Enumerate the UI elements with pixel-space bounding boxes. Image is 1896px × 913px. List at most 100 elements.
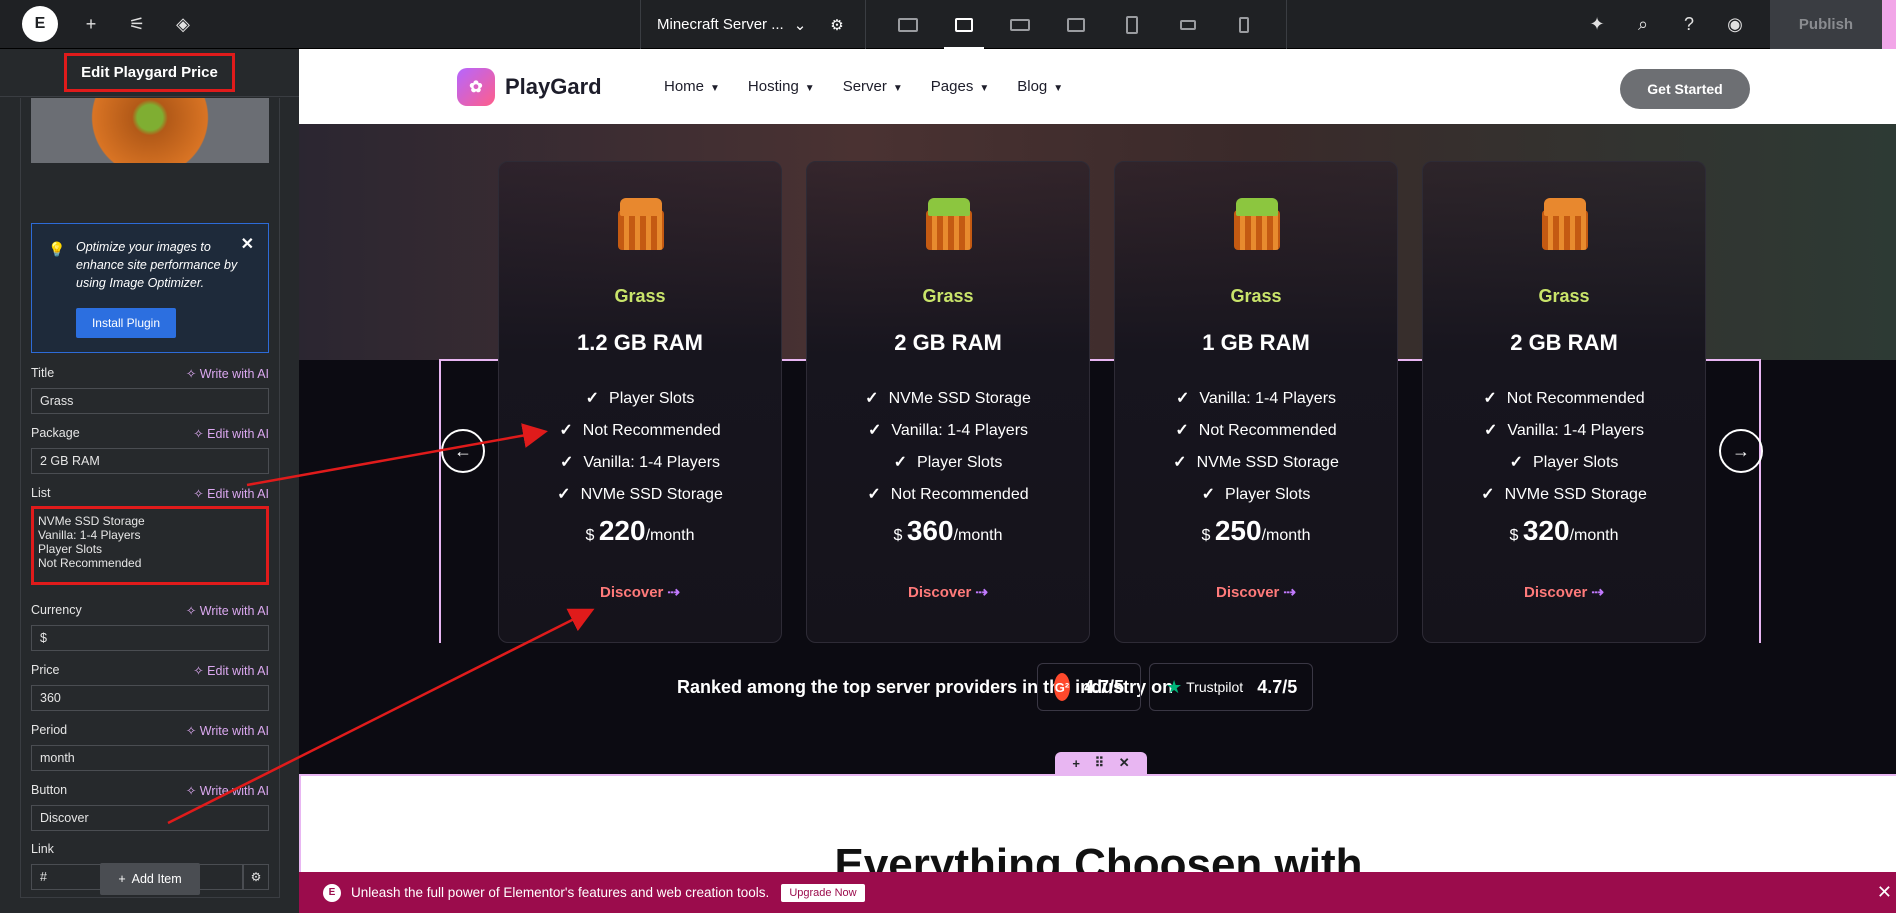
close-icon[interactable]: ✕	[241, 236, 254, 254]
check-icon: ✓	[559, 454, 574, 471]
price-amount: 320	[1522, 515, 1570, 546]
feature-item: ✓ NVMe SSD Storage	[557, 486, 723, 503]
add-section-icon[interactable]: +	[1072, 756, 1080, 771]
layers-icon[interactable]: ◈	[160, 0, 206, 49]
upgrade-now-button[interactable]: Upgrade Now	[781, 883, 865, 902]
lightbulb-icon: 💡	[48, 241, 66, 257]
elementor-logo[interactable]: E	[22, 6, 58, 42]
tablet-landscape-icon[interactable]	[936, 0, 992, 49]
currency-input[interactable]: $	[31, 625, 269, 651]
period-label: Period	[31, 723, 68, 737]
check-icon: ✓	[1481, 486, 1495, 503]
close-icon[interactable]: ✕	[1877, 882, 1892, 903]
search-icon[interactable]: ⌕	[1620, 0, 1666, 49]
drag-handle-icon[interactable]: ⠿	[1095, 755, 1105, 771]
install-plugin-button[interactable]: Install Plugin	[76, 308, 176, 338]
mobile-icon[interactable]	[1216, 0, 1272, 49]
feature-item: ✓ NVMe SSD Storage	[1173, 454, 1339, 471]
currency-ai-button[interactable]: ✧ Write with AI	[186, 603, 269, 618]
feature-item: ✓ NVMe SSD Storage	[1481, 486, 1647, 503]
list-ai-button[interactable]: ✧ Edit with AI	[193, 486, 269, 501]
menu-item-blog[interactable]: Blog ▼	[1017, 78, 1063, 95]
notice-text: Optimize your images to enhance site per…	[76, 240, 238, 290]
get-started-button[interactable]: Get Started	[1620, 69, 1750, 109]
currency-label: Currency	[31, 603, 82, 617]
feature-list: ✓ Vanilla: 1-4 Players ✓ Not Recommended ✓ NV…	[1115, 383, 1397, 511]
image-preview[interactable]	[31, 98, 269, 163]
discover-button[interactable]: Discover ⇢	[1115, 583, 1397, 601]
card-title: Grass	[922, 286, 974, 306]
promo-text: Unleash the full power of Elementor's fe…	[351, 885, 770, 900]
topbar-right: ✦ ⌕ ? ◉ Publish	[1574, 0, 1896, 49]
list-textarea[interactable]: NVMe SSD Storage Vanilla: 1-4 Players Pl…	[31, 506, 269, 585]
document-title: Minecraft Server ...	[657, 16, 784, 33]
site-logo[interactable]: ✿ PlayGard	[457, 67, 602, 106]
add-item-button[interactable]: + Add Item	[100, 863, 200, 895]
menu-item-hosting[interactable]: Hosting ▼	[748, 78, 815, 95]
package-ai-button[interactable]: ✧ Edit with AI	[193, 426, 269, 441]
price-label: Price	[31, 663, 60, 677]
trustpilot-star-icon: ★	[1166, 676, 1183, 697]
discover-button[interactable]: Discover ⇢	[1423, 583, 1705, 601]
block-icon	[924, 198, 974, 250]
discover-button[interactable]: Discover ⇢	[499, 583, 781, 601]
mobile-landscape-icon[interactable]	[1160, 0, 1216, 49]
whats-new-icon[interactable]: ✦	[1574, 0, 1620, 49]
period-ai-button[interactable]: ✧ Write with AI	[186, 723, 269, 738]
tablet-icon[interactable]	[1104, 0, 1160, 49]
feature-item: ✓ Player Slots	[1201, 486, 1311, 503]
topbar-center: Minecraft Server ... ⌄ ⚙	[640, 0, 1287, 49]
card-package: 1 GB RAM	[1202, 330, 1310, 355]
feature-list: ✓ Not Recommended ✓ Vanilla: 1-4 Players ✓ Pl…	[1423, 383, 1705, 511]
link-options-gear-icon[interactable]: ⚙	[243, 864, 269, 890]
title-ai-button[interactable]: ✧ Write with AI	[186, 366, 269, 381]
tablet-wide-icon[interactable]	[1048, 0, 1104, 49]
panel-title: Edit Playgard Price	[64, 53, 235, 92]
check-icon: ✓	[1175, 422, 1189, 439]
card-price: $ 220/month	[499, 515, 781, 547]
preview-canvas: ✿ PlayGard Home ▼ Hosting ▼ Server ▼ Pages ▼…	[299, 49, 1896, 913]
price-ai-button[interactable]: ✧ Edit with AI	[193, 663, 269, 678]
menu-item-server[interactable]: Server ▼	[843, 78, 903, 95]
title-input[interactable]: Grass	[31, 388, 269, 414]
pricing-card: Grass 1 GB RAM ✓ Vanilla: 1-4 Players ✓ Not…	[1114, 161, 1398, 643]
check-icon: ✓	[585, 390, 600, 407]
publish-options-toggle[interactable]	[1882, 0, 1896, 49]
button-text-input[interactable]: Discover	[31, 805, 269, 831]
document-selector[interactable]: Minecraft Server ... ⌄ ⚙	[640, 0, 866, 49]
editor-topbar: E + ⚟ ◈ Minecraft Server ... ⌄ ⚙ ✦ ⌕ ? ◉…	[0, 0, 1896, 49]
feature-item: ✓ Not Recommended	[867, 486, 1029, 503]
laptop-icon[interactable]	[992, 0, 1048, 49]
help-icon[interactable]: ?	[1666, 0, 1712, 49]
desktop-icon[interactable]	[880, 0, 936, 49]
package-label: Package	[31, 426, 80, 440]
price-amount: 250	[1214, 515, 1262, 546]
add-element-icon[interactable]: +	[68, 0, 114, 49]
package-input[interactable]: 2 GB RAM	[31, 448, 269, 474]
preview-eye-icon[interactable]: ◉	[1712, 0, 1758, 49]
button-ai-button[interactable]: ✧ Write with AI	[186, 783, 269, 798]
arrow-right-icon: ⇢	[1283, 584, 1296, 601]
gear-icon[interactable]: ⚙	[830, 16, 843, 34]
site-header: ✿ PlayGard Home ▼ Hosting ▼ Server ▼ Pages ▼…	[299, 49, 1896, 124]
card-package: 1.2 GB RAM	[577, 330, 703, 355]
menu-item-home[interactable]: Home ▼	[664, 78, 720, 95]
settings-sliders-icon[interactable]: ⚟	[114, 0, 160, 49]
list-line: NVMe SSD Storage	[38, 514, 145, 528]
period-input[interactable]: month	[31, 745, 269, 771]
discover-button[interactable]: Discover ⇢	[807, 583, 1089, 601]
card-title: Grass	[614, 286, 666, 306]
next-slide-arrow-icon[interactable]: →	[1719, 429, 1763, 473]
check-icon: ✓	[865, 390, 879, 407]
list-line: Not Recommended	[38, 556, 142, 570]
feature-item: ✓ Player Slots	[585, 390, 695, 407]
section-handle[interactable]: + ⠿ ✕	[1055, 752, 1147, 774]
delete-section-icon[interactable]: ✕	[1119, 755, 1130, 771]
prev-slide-arrow-icon[interactable]: ←	[441, 429, 485, 473]
list-line: Player Slots	[38, 542, 103, 556]
publish-button[interactable]: Publish	[1770, 0, 1882, 49]
currency-symbol: $	[1201, 527, 1211, 544]
feature-item: ✓ Vanilla: 1-4 Players	[1483, 422, 1645, 439]
price-input[interactable]: 360	[31, 685, 269, 711]
menu-item-pages[interactable]: Pages ▼	[931, 78, 989, 95]
